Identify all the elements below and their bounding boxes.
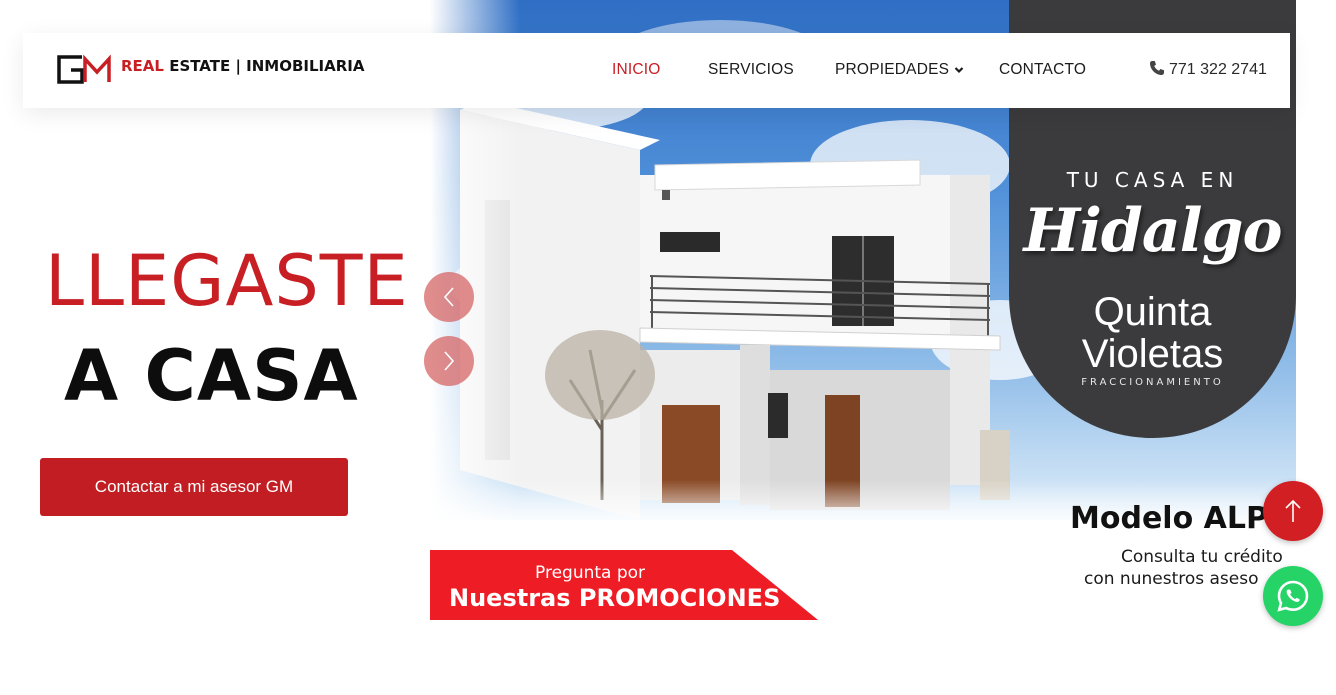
promo-script-title: Hidalgo (1023, 196, 1282, 266)
arrow-up-icon (1285, 499, 1301, 522)
nav-propiedades[interactable]: PROPIEDADES (835, 61, 964, 79)
promo-ribbon-line1: Pregunta por (535, 563, 646, 583)
model-title: Modelo ALPH (1070, 501, 1294, 536)
slider-next-button[interactable] (424, 336, 474, 386)
brand-name[interactable]: REAL ESTATE | INMOBILIARIA (121, 57, 364, 75)
phone-link[interactable]: 771 322 2741 (1149, 60, 1267, 79)
hero-heading-line1: LLEGASTE (45, 240, 409, 322)
hero-heading-line2: A CASA (64, 335, 359, 417)
development-name-line2: Violetas (1081, 332, 1224, 376)
development-name-line1: Quinta (1093, 290, 1212, 334)
promo-kicker: TU CASA EN (1066, 168, 1239, 192)
page: TU CASA EN Hidalgo Quinta Violetas FRACC… (0, 0, 1336, 695)
chevron-left-icon (443, 287, 454, 307)
nav-contacto[interactable]: CONTACTO (999, 61, 1086, 79)
slider-prev-button[interactable] (424, 272, 474, 322)
whatsapp-icon (1277, 580, 1309, 612)
site-header: REAL ESTATE | INMOBILIARIA INICIO SERVIC… (23, 33, 1290, 108)
brand-name-red: REAL (121, 57, 164, 75)
gm-logo-icon[interactable] (56, 53, 114, 87)
brand-name-rest: ESTATE | INMOBILIARIA (163, 57, 365, 75)
nav-inicio[interactable]: INICIO (612, 61, 661, 79)
whatsapp-button[interactable] (1263, 566, 1323, 626)
promo-ribbon-line2: Nuestras PROMOCIONES (449, 584, 781, 612)
contact-advisor-button[interactable]: Contactar a mi asesor GM (40, 458, 348, 516)
credit-text-line1: Consulta tu crédito (1121, 547, 1283, 567)
phone-icon (1150, 61, 1164, 75)
chevron-right-icon (444, 351, 455, 371)
chevron-down-icon (954, 67, 964, 73)
development-subtitle: FRACCIONAMIENTO (1081, 377, 1224, 388)
phone-number: 771 322 2741 (1169, 61, 1267, 78)
nav-propiedades-label: PROPIEDADES (835, 61, 950, 78)
nav-servicios[interactable]: SERVICIOS (708, 61, 794, 79)
scroll-to-top-button[interactable] (1263, 481, 1323, 541)
